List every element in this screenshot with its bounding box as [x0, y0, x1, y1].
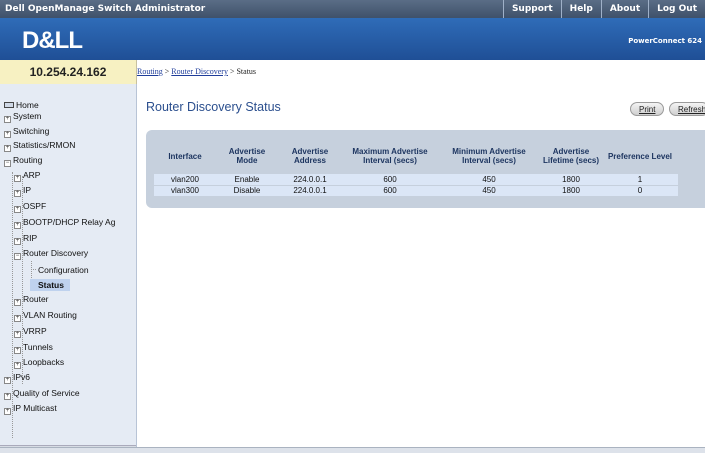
- sidebar-item-router[interactable]: + Router: [14, 294, 49, 306]
- breadcrumb: Routing > Router Discovery > Status: [137, 67, 257, 76]
- sidebar-item-ipv6[interactable]: + IPv6: [4, 372, 30, 384]
- column-header-preference-level: Preference Level: [607, 151, 673, 161]
- cell-lifetime: 1800: [562, 186, 580, 196]
- sidebar-item-routing[interactable]: − Routing: [4, 155, 42, 167]
- sidebar-item-status[interactable]: Status: [30, 279, 70, 291]
- main-horizontal-scrollbar[interactable]: [0, 447, 705, 453]
- column-header-interface: Interface: [168, 151, 202, 161]
- home-icon: [4, 102, 14, 108]
- column-header-min-advertise-interval: Minimum Advertise Interval (secs): [452, 147, 526, 165]
- router-discovery-status-table: Interface Advertise Mode Advertise Addre…: [154, 138, 678, 196]
- expand-icon[interactable]: +: [4, 116, 11, 123]
- sidebar-item-rip[interactable]: + RIP: [14, 233, 37, 245]
- sidebar-item-vlan-routing[interactable]: + VLAN Routing: [14, 310, 77, 322]
- product-name: PowerConnect 624: [628, 37, 702, 45]
- cell-advertise-address: 224.0.0.1: [293, 186, 327, 196]
- sidebar-item-statistics-rmon[interactable]: + Statistics/RMON: [4, 140, 75, 152]
- breadcrumb-router-discovery[interactable]: Router Discovery: [171, 67, 228, 76]
- expand-icon[interactable]: +: [14, 175, 21, 182]
- column-header-max-advertise-interval: Maximum Advertise Interval (secs): [352, 147, 428, 165]
- cell-preference-level: 0: [637, 186, 643, 196]
- expand-icon[interactable]: +: [4, 408, 11, 415]
- column-header-advertise-address: Advertise Address: [291, 147, 329, 165]
- cell-advertise-mode: Enable: [234, 174, 260, 184]
- expand-icon[interactable]: +: [4, 131, 11, 138]
- refresh-button[interactable]: Refresh: [669, 102, 705, 116]
- about-link[interactable]: About: [600, 0, 648, 18]
- expand-icon[interactable]: +: [14, 190, 21, 197]
- sidebar-item-vrrp[interactable]: + VRRP: [14, 326, 47, 338]
- table-header-row: Interface Advertise Mode Advertise Addre…: [154, 138, 678, 174]
- page-title: Router Discovery Status: [146, 100, 281, 114]
- breadcrumb-routing[interactable]: Routing: [137, 67, 163, 76]
- sidebar-item-tunnels[interactable]: + Tunnels: [14, 342, 53, 354]
- column-header-advertise-lifetime: Advertise Lifetime (secs): [542, 147, 600, 165]
- sidebar-item-home[interactable]: Home: [4, 100, 39, 110]
- print-button[interactable]: Print: [630, 102, 665, 116]
- cell-min-interval: 450: [482, 174, 496, 184]
- expand-icon[interactable]: +: [14, 222, 21, 229]
- sidebar-item-arp[interactable]: + ARP: [14, 170, 40, 182]
- sidebar-item-switching[interactable]: + Switching: [4, 126, 49, 138]
- table-row: vlan300 Disable 224.0.0.1 600 450 1800 0: [154, 185, 678, 196]
- logout-link[interactable]: Log Out: [648, 0, 705, 18]
- sidebar-item-system[interactable]: + System: [4, 111, 41, 123]
- sidebar-item-quality-of-service[interactable]: + Quality of Service: [4, 388, 80, 400]
- sidebar-item-router-discovery[interactable]: − Router Discovery: [14, 248, 88, 260]
- table-row: vlan200 Enable 224.0.0.1 600 450 1800 1: [154, 174, 678, 185]
- ip-address-box: 10.254.24.162: [0, 60, 137, 84]
- sidebar-item-ip-multicast[interactable]: + IP Multicast: [4, 403, 57, 415]
- top-bar: Dell OpenManage Switch Administrator Sup…: [0, 0, 705, 18]
- main-content: Router Discovery Status Print Refresh In…: [138, 84, 705, 453]
- expand-icon[interactable]: +: [4, 393, 11, 400]
- sidebar-item-ospf[interactable]: + OSPF: [14, 201, 46, 213]
- dell-logo: D&LL: [22, 27, 83, 54]
- expand-icon[interactable]: +: [14, 347, 21, 354]
- header-banner: D&LL PowerConnect 624: [0, 18, 705, 60]
- column-header-advertise-mode: Advertise Mode: [228, 147, 266, 165]
- cell-interface: vlan300: [170, 186, 200, 196]
- collapse-icon[interactable]: −: [14, 253, 21, 260]
- breadcrumb-current: Status: [236, 67, 257, 76]
- sidebar-item-bootp-dhcp-relay[interactable]: + BOOTP/DHCP Relay Ag: [14, 217, 115, 229]
- cell-preference-level: 1: [637, 174, 643, 184]
- help-link[interactable]: Help: [560, 0, 601, 18]
- sidebar-item-loopbacks[interactable]: + Loopbacks: [14, 357, 64, 369]
- expand-icon[interactable]: +: [14, 238, 21, 245]
- expand-icon[interactable]: +: [14, 331, 21, 338]
- cell-interface: vlan200: [170, 174, 200, 184]
- cell-max-interval: 600: [383, 174, 397, 184]
- collapse-icon[interactable]: −: [4, 160, 11, 167]
- expand-icon[interactable]: +: [14, 315, 21, 322]
- expand-icon[interactable]: +: [14, 299, 21, 306]
- sidebar-tree: Home + System + Switching + Statistics/RMON…: [0, 84, 137, 453]
- expand-icon[interactable]: +: [14, 206, 21, 213]
- cell-max-interval: 600: [383, 186, 397, 196]
- support-link[interactable]: Support: [502, 0, 561, 18]
- cell-advertise-address: 224.0.0.1: [293, 174, 327, 184]
- sidebar-item-configuration[interactable]: Configuration: [38, 265, 89, 275]
- expand-icon[interactable]: +: [14, 362, 21, 369]
- app-title: Dell OpenManage Switch Administrator: [5, 4, 206, 14]
- expand-icon[interactable]: +: [4, 145, 11, 152]
- cell-advertise-mode: Disable: [233, 186, 261, 196]
- cell-min-interval: 450: [482, 186, 496, 196]
- top-links: Support Help About Log Out: [502, 0, 705, 18]
- expand-icon[interactable]: +: [4, 377, 11, 384]
- cell-lifetime: 1800: [562, 174, 580, 184]
- status-table-frame: Interface Advertise Mode Advertise Addre…: [146, 130, 705, 208]
- sidebar-item-ip[interactable]: + IP: [14, 185, 31, 197]
